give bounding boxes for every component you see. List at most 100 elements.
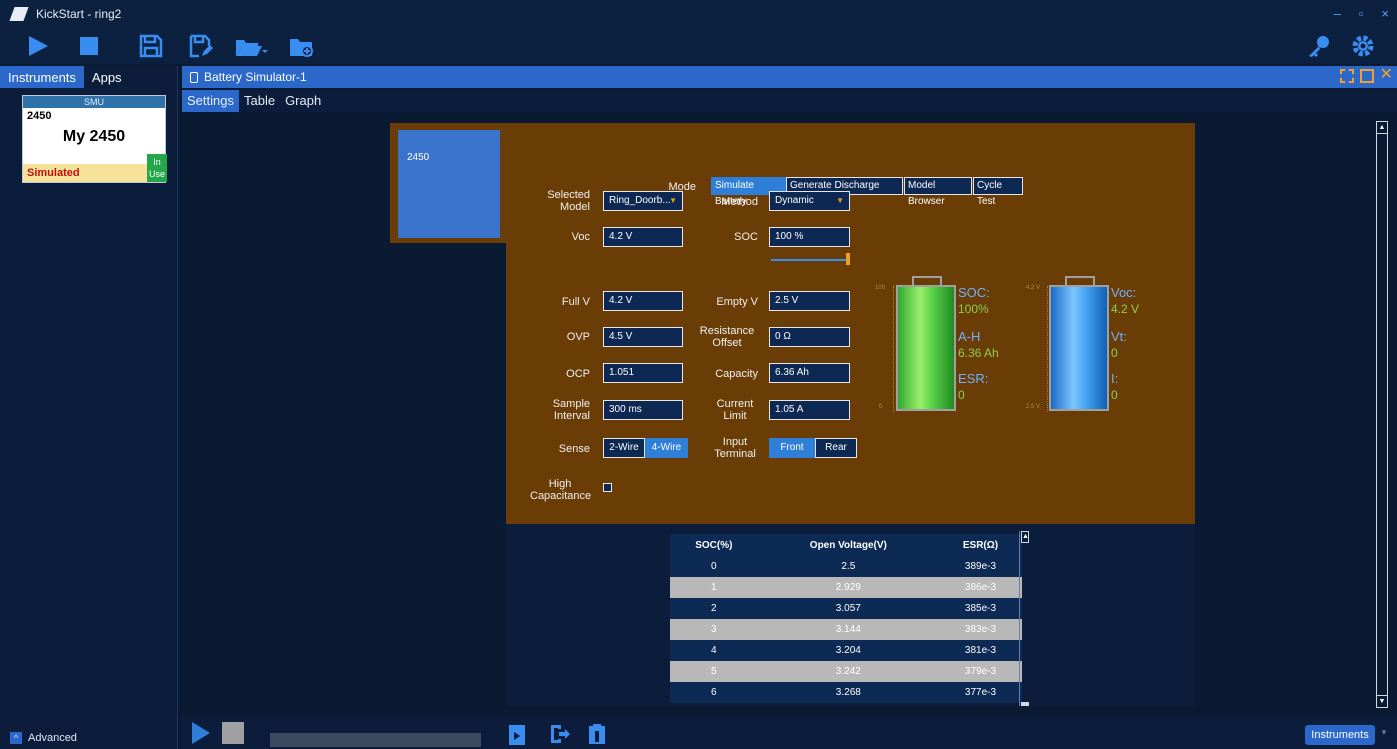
- close-button[interactable]: ×: [1381, 6, 1389, 21]
- ocp-field[interactable]: 1.051: [603, 363, 683, 383]
- settings-gear-icon[interactable]: [1350, 34, 1376, 58]
- soc-slider-thumb[interactable]: [846, 253, 850, 265]
- tab-table[interactable]: Table: [239, 90, 280, 112]
- voc-readout: 4.2 V: [1111, 302, 1140, 316]
- open-folder-icon[interactable]: [234, 34, 268, 58]
- run-icon[interactable]: [26, 34, 52, 58]
- chevron-down-icon: ▼: [836, 196, 844, 205]
- voc-scale: [1040, 286, 1048, 412]
- table-cell: 389e-3: [939, 556, 1022, 577]
- scroll-up-icon[interactable]: ▲: [1377, 122, 1387, 134]
- ah-readout: 6.36 Ah: [958, 346, 999, 360]
- scroll-up-icon[interactable]: ▲: [1021, 531, 1029, 543]
- mode-cycle-test[interactable]: Cycle Test: [973, 177, 1023, 207]
- vt-title: Vt:: [1111, 329, 1127, 344]
- ovp-field[interactable]: 4.5 V: [603, 327, 683, 347]
- battery-icon: [190, 71, 198, 83]
- advanced-toggle[interactable]: ^ Advanced: [10, 727, 77, 749]
- title-bar: KickStart - ring2 – ▫ ×: [0, 0, 1397, 28]
- restore-button[interactable]: ▫: [1359, 6, 1364, 21]
- step-icon[interactable]: [508, 724, 526, 746]
- smu-instrument-card[interactable]: SMU 2450 My 2450 Simulated In Use: [22, 95, 167, 183]
- capacity-field[interactable]: 6.36 Ah: [769, 363, 850, 383]
- soc-slider-track[interactable]: [771, 259, 849, 261]
- resistance-offset-field[interactable]: 0 Ω: [769, 327, 850, 347]
- table-cell: 4: [670, 640, 758, 661]
- stop-icon[interactable]: [222, 722, 244, 744]
- smu-card-id: 2450: [27, 110, 52, 122]
- device-tile[interactable]: 2450: [398, 130, 500, 238]
- table-cell: 385e-3: [939, 598, 1022, 619]
- stop-icon[interactable]: [76, 34, 102, 58]
- new-folder-icon[interactable]: [288, 34, 314, 58]
- table-row[interactable]: 3 3.144 383e-3: [670, 619, 1022, 640]
- maximize-icon[interactable]: [1359, 69, 1374, 83]
- selected-model-dropdown[interactable]: Ring_Doorb... ▼: [603, 191, 683, 211]
- empty-v-field[interactable]: 2.5 V: [769, 291, 850, 311]
- current-limit-field[interactable]: 1.05 A: [769, 400, 850, 420]
- table-header-open-voltage[interactable]: Open Voltage(V): [757, 534, 939, 556]
- export-icon[interactable]: [549, 723, 571, 745]
- current-limit-label: Current Limit: [716, 398, 754, 422]
- window-title: KickStart - ring2: [36, 7, 122, 21]
- chevron-down-icon[interactable]: ▼: [1380, 728, 1388, 737]
- table-cell: 3.268: [757, 682, 939, 703]
- resistance-offset-label: Resistance Offset: [699, 325, 755, 349]
- voc-label: Voc: [571, 231, 590, 243]
- table-header-soc[interactable]: SOC(%): [670, 534, 758, 556]
- scroll-down-icon[interactable]: ▼: [1377, 695, 1387, 707]
- terminal-rear-button[interactable]: Rear: [815, 438, 857, 458]
- sense-2wire-button[interactable]: 2-Wire: [603, 438, 645, 458]
- save-as-icon[interactable]: [188, 34, 214, 58]
- full-v-field[interactable]: 4.2 V: [603, 291, 683, 311]
- minimize-button[interactable]: –: [1334, 6, 1341, 21]
- table-header-esr[interactable]: ESR(Ω): [939, 534, 1022, 556]
- sample-interval-label: Sample Interval: [552, 398, 590, 422]
- instruments-button[interactable]: Instruments: [1305, 725, 1375, 745]
- method-value: Dynamic: [775, 195, 814, 206]
- voc-battery-gauge: [1049, 285, 1109, 411]
- tab-settings[interactable]: Settings: [182, 90, 239, 112]
- soc-battery-gauge: [896, 285, 956, 411]
- scroll-down-icon[interactable]: [1021, 702, 1029, 706]
- mode-model-browser[interactable]: Model Browser: [904, 177, 972, 207]
- table-scrollbar[interactable]: ▲: [1019, 531, 1029, 706]
- table-row[interactable]: 1 2.929 386e-3: [670, 577, 1022, 598]
- table-row[interactable]: 0 2.5 389e-3: [670, 556, 1022, 577]
- method-dropdown[interactable]: Dynamic ▼: [769, 191, 850, 211]
- high-capacitance-checkbox[interactable]: [603, 483, 612, 492]
- tab-apps[interactable]: Apps: [83, 66, 130, 88]
- table-row[interactable]: 6 3.268 377e-3: [670, 682, 1022, 703]
- main-scrollbar[interactable]: ▲ ▼: [1376, 121, 1388, 708]
- tab-instruments[interactable]: Instruments: [0, 66, 84, 88]
- table-row[interactable]: 2 3.057 385e-3: [670, 598, 1022, 619]
- esr-title: ESR:: [958, 371, 989, 386]
- app-logo-icon: [9, 7, 29, 21]
- high-capacitance-label: High Capacitance: [530, 478, 592, 502]
- selected-model-label: Selected Model: [547, 189, 590, 213]
- smu-card-header: SMU: [23, 96, 165, 108]
- ovp-label: OVP: [566, 331, 590, 343]
- run-icon[interactable]: [192, 722, 210, 744]
- capacity-label: Capacity: [715, 368, 758, 380]
- device-label: 2450: [407, 152, 430, 163]
- table-row[interactable]: 4 3.204 381e-3: [670, 640, 1022, 661]
- sense-4wire-button[interactable]: 4-Wire: [645, 438, 688, 458]
- save-icon[interactable]: [138, 34, 164, 58]
- close-doc-icon[interactable]: ✕: [1380, 67, 1393, 83]
- smu-card-name: My 2450: [62, 128, 126, 145]
- key-icon[interactable]: [1306, 34, 1332, 58]
- info-icon[interactable]: [588, 723, 606, 745]
- vt-readout: 0: [1111, 346, 1118, 360]
- smu-status-badge: Simulated: [23, 164, 147, 182]
- soc-battery-fill: [898, 287, 954, 409]
- sample-interval-field[interactable]: 300 ms: [603, 400, 683, 420]
- terminal-front-button[interactable]: Front: [769, 438, 815, 458]
- table-row[interactable]: 5 3.242 379e-3: [670, 661, 1022, 682]
- popout-icon[interactable]: [1339, 69, 1354, 83]
- main-toolbar: [0, 28, 1397, 64]
- soc-field[interactable]: 100 %: [769, 227, 850, 247]
- i-title: I:: [1111, 371, 1119, 386]
- voc-field[interactable]: 4.2 V: [603, 227, 683, 247]
- tab-graph[interactable]: Graph: [280, 90, 326, 112]
